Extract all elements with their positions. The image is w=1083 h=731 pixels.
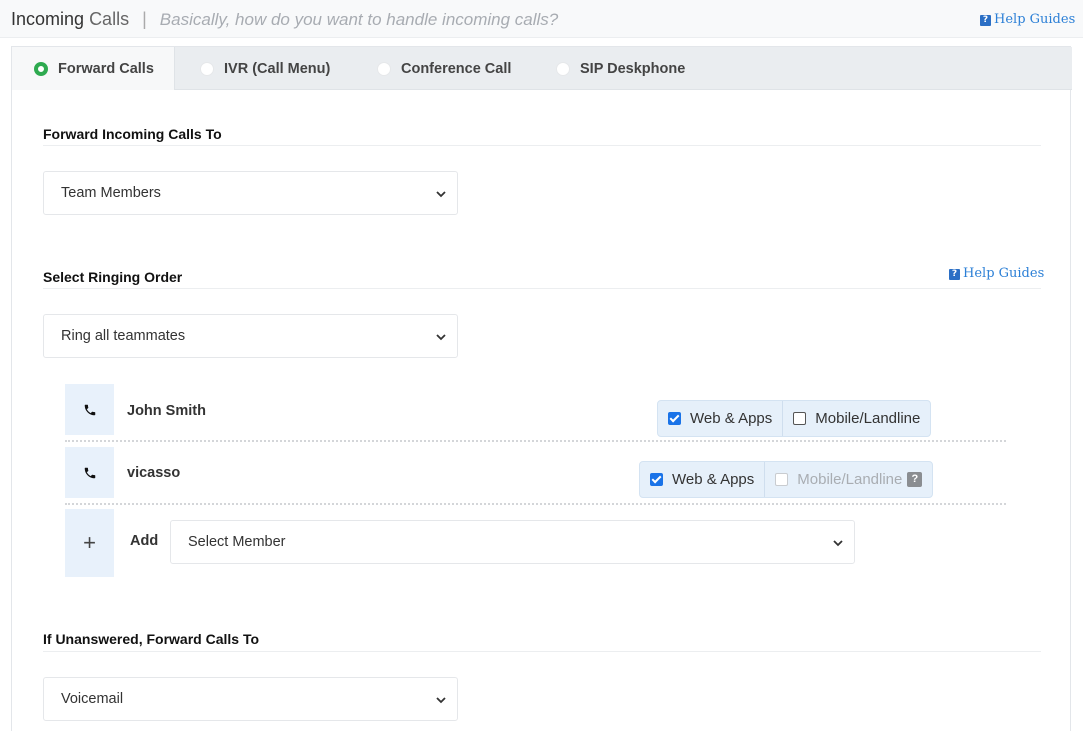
chevron-down-icon: [436, 697, 446, 704]
option-label: Web & Apps: [690, 410, 773, 427]
mobile-landline-checkbox[interactable]: Mobile/Landline: [782, 401, 930, 436]
page-title-strong: Incoming: [11, 9, 85, 29]
tab-label: IVR (Call Menu): [224, 60, 331, 77]
header-bar: Incoming Calls | Basically, how do you w…: [0, 0, 1083, 38]
tab-label: SIP Deskphone: [580, 60, 686, 77]
phone-icon: [65, 384, 114, 435]
member-name: John Smith: [127, 403, 206, 419]
tab-sip-deskphone[interactable]: SIP Deskphone: [556, 47, 685, 90]
divider: [43, 288, 1041, 289]
help-guides-link[interactable]: ? Help Guides: [980, 12, 1075, 27]
checkbox-unchecked-icon: [793, 412, 807, 425]
radio-icon: [556, 61, 570, 76]
radio-icon: [377, 61, 391, 76]
title-separator: |: [142, 9, 147, 29]
chevron-down-icon: [833, 540, 843, 547]
tab-ivr-call-menu[interactable]: IVR (Call Menu): [200, 47, 330, 90]
divider: [43, 145, 1041, 146]
page-title-light: Calls: [89, 9, 130, 29]
checkbox-checked-icon: [650, 473, 663, 486]
chevron-down-icon: [436, 334, 446, 341]
chevron-down-icon: [436, 191, 446, 198]
select-value: Ring all teammates: [61, 328, 186, 344]
tab-bar: Forward Calls IVR (Call Menu) Conference…: [12, 47, 1072, 90]
add-member-label: Add: [130, 533, 159, 549]
phone-icon: [65, 447, 114, 498]
tab-forward-calls[interactable]: Forward Calls: [12, 47, 175, 90]
web-apps-checkbox[interactable]: Web & Apps: [658, 401, 782, 436]
radio-selected-icon: [34, 61, 48, 76]
member-name: vicasso: [127, 465, 181, 481]
help-question-icon: ?: [980, 15, 991, 26]
row-divider: [65, 440, 1006, 442]
help-guides-label: Help Guides: [963, 266, 1045, 281]
mobile-landline-checkbox-disabled: Mobile/Landline ?: [764, 462, 932, 497]
option-label: Web & Apps: [672, 471, 755, 488]
help-guides-label: Help Guides: [994, 12, 1076, 27]
tab-conference-call[interactable]: Conference Call: [377, 47, 511, 90]
select-value: Voicemail: [61, 691, 124, 707]
divider: [43, 651, 1041, 652]
checkbox-disabled-icon: [775, 473, 789, 486]
plus-icon[interactable]: +: [65, 509, 114, 577]
forward-destination-select[interactable]: Team Members: [43, 171, 458, 215]
row-divider: [65, 503, 1006, 505]
unanswered-section-title: If Unanswered, Forward Calls To: [43, 631, 260, 647]
select-member-dropdown[interactable]: Select Member: [170, 520, 855, 564]
ringing-section-title: Select Ringing Order: [43, 269, 183, 285]
option-label: Mobile/Landline: [815, 410, 921, 427]
tab-label: Conference Call: [401, 60, 512, 77]
select-value: Team Members: [61, 185, 161, 201]
forward-section-title: Forward Incoming Calls To: [43, 126, 222, 142]
tab-label: Forward Calls: [58, 60, 154, 77]
help-question-icon: ?: [949, 269, 960, 280]
ringing-help-guides-link[interactable]: ? Help Guides: [949, 266, 1044, 281]
page-title: Incoming Calls | Basically, how do you w…: [11, 9, 558, 30]
web-apps-checkbox[interactable]: Web & Apps: [640, 462, 764, 497]
ringing-order-select[interactable]: Ring all teammates: [43, 314, 458, 358]
radio-icon: [200, 61, 214, 76]
info-question-icon[interactable]: ?: [907, 472, 923, 487]
page-subtitle: Basically, how do you want to handle inc…: [159, 10, 559, 29]
select-placeholder: Select Member: [188, 534, 286, 550]
unanswered-destination-select[interactable]: Voicemail: [43, 677, 458, 721]
member-ring-options: Web & Apps Mobile/Landline ?: [639, 461, 934, 498]
checkbox-checked-icon: [668, 412, 681, 425]
option-label: Mobile/Landline: [797, 471, 903, 488]
member-ring-options: Web & Apps Mobile/Landline: [657, 400, 932, 437]
incoming-calls-panel: Forward Calls IVR (Call Menu) Conference…: [11, 46, 1072, 731]
